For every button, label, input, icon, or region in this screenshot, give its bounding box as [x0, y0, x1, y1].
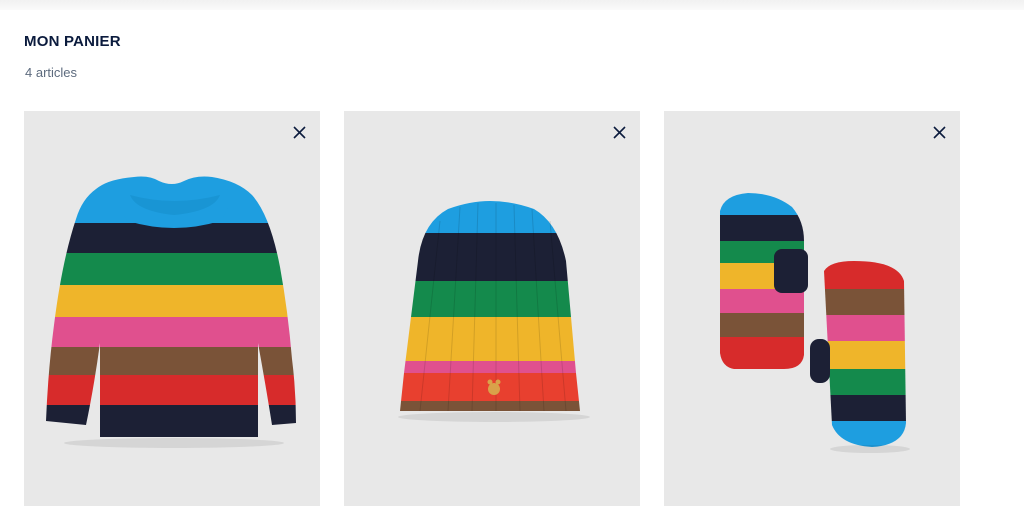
cart-item-mittens[interactable]	[664, 111, 960, 506]
remove-item-button[interactable]	[928, 121, 950, 143]
close-icon	[612, 125, 626, 139]
beanie-image[interactable]	[344, 111, 640, 506]
sweater-image[interactable]	[24, 111, 320, 506]
close-icon	[292, 125, 306, 139]
cart-item-sweater[interactable]	[24, 111, 320, 506]
cart-item-list	[24, 111, 1024, 512]
cart-item-count: 4 articles	[25, 65, 78, 80]
remove-item-button[interactable]	[288, 121, 310, 143]
mittens-image[interactable]	[664, 111, 960, 506]
page-title: MON PANIER	[24, 33, 121, 50]
remove-item-button[interactable]	[608, 121, 630, 143]
cart-item-beanie[interactable]	[344, 111, 640, 506]
top-shadow-bar	[0, 0, 1024, 10]
close-icon	[932, 125, 946, 139]
